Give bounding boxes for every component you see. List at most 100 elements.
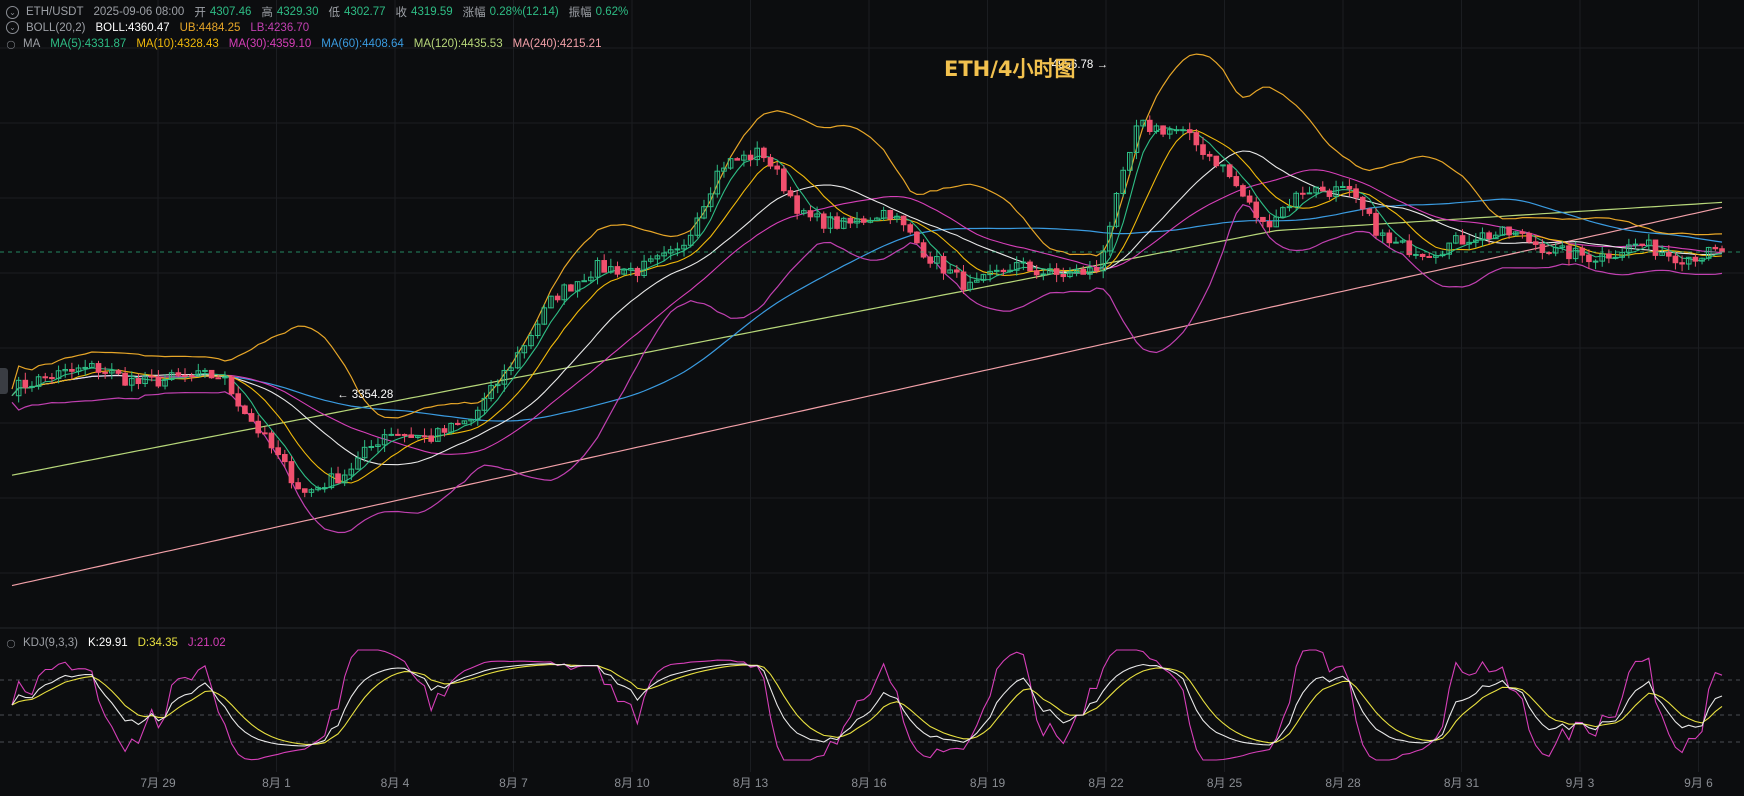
candle-body [1413, 253, 1419, 256]
ma5-line [11, 127, 1723, 490]
candle-body [1266, 220, 1273, 228]
open-value: 4307.46 [209, 6, 252, 18]
candle-body [554, 295, 561, 301]
candle-body [182, 374, 188, 377]
ma-label[interactable]: MA [23, 38, 40, 50]
candle-body [295, 482, 301, 490]
datetime-label: 2025-09-06 08:00 [93, 6, 185, 18]
candle-body [321, 487, 328, 490]
chart-title: ETH/4小时图 [944, 57, 1076, 81]
candle-body [1299, 192, 1306, 195]
chart-canvas[interactable]: 7月 29 8月 1 8月 4 8月 7 8月 10 8月 13 8月 16 8月 19 8月 … [0, 0, 1744, 796]
candle-body [1652, 239, 1659, 256]
candle-body [1486, 232, 1492, 240]
candle-body [135, 378, 142, 385]
candle-body [820, 213, 827, 229]
candle-body [1639, 243, 1645, 246]
candle-body [1173, 129, 1180, 132]
candle-body [1612, 256, 1619, 259]
candle-body [1586, 254, 1592, 263]
candle-body [1220, 164, 1226, 167]
x-tick-label: 8月 22 [1088, 776, 1124, 790]
collapse-chevron-icon[interactable]: ⌄ [6, 5, 19, 19]
candle-body [1359, 196, 1366, 210]
candle-body [1679, 262, 1685, 265]
candle-body [614, 266, 621, 275]
candle-body [215, 377, 222, 380]
price-info-row: ⌄ ETH/USDT 2025-09-06 08:00 开 4307.46 高 43… [6, 4, 634, 20]
candle-body [401, 433, 408, 436]
low-value: 4302.77 [343, 6, 386, 18]
candle-body [288, 461, 295, 484]
candle-body [1040, 273, 1047, 276]
candle-body [454, 422, 461, 425]
candle-body [235, 393, 242, 407]
boll-mid-value: BOLL:4360.47 [95, 21, 170, 34]
candle-body [1339, 185, 1346, 188]
candle-body [907, 224, 914, 233]
candle-body [69, 368, 75, 372]
candle-body [301, 488, 308, 493]
bell-icon[interactable]: ◯ [6, 638, 16, 649]
kdj-d-line [11, 663, 1723, 745]
candle-body [155, 376, 162, 387]
ma10-value: MA(10):4328.43 [136, 38, 219, 50]
boll-lb-value: LB:4236.70 [250, 21, 310, 34]
candle-body [1712, 246, 1719, 250]
candle-body [767, 157, 774, 167]
x-tick-label: 8月 31 [1444, 776, 1480, 790]
candle-body [1419, 253, 1426, 257]
ma120-value: MA(120):4435.53 [413, 38, 503, 50]
candle-body [242, 405, 248, 415]
candle-body [395, 433, 401, 436]
close-value: 4319.59 [411, 6, 453, 18]
candle-body [1459, 235, 1466, 245]
candle-body [22, 379, 29, 388]
collapse-chevron-icon[interactable]: ⌄ [6, 21, 19, 34]
x-tick-label: 8月 16 [851, 776, 887, 790]
candle-body [428, 435, 435, 442]
boll-label[interactable]: BOLL(20,2) [26, 22, 85, 34]
side-panel-handle[interactable] [0, 368, 8, 394]
candle-body [1506, 226, 1512, 236]
boll-ub-value: UB:4484.25 [179, 21, 241, 34]
candle-body [807, 210, 814, 218]
candle-body [1426, 255, 1433, 258]
amplitude-value: 0.62% [595, 6, 629, 18]
candle-body [1665, 252, 1672, 257]
candle-body [368, 446, 375, 449]
ma30-line [11, 169, 1723, 455]
candle-body [674, 248, 681, 251]
candle-body [148, 375, 155, 378]
candle-body [1200, 144, 1206, 155]
ma-info-row: ◯ MA MA(5):4331.87 MA(10):4328.43 MA(30)… [6, 38, 607, 50]
candle-body [787, 190, 794, 197]
candle-body [1386, 232, 1393, 244]
ma10-line [11, 129, 1723, 484]
candle-body [29, 385, 35, 388]
candle-body [920, 242, 927, 258]
candle-body [860, 218, 867, 223]
candle-body [1226, 164, 1233, 178]
candle-body [95, 363, 102, 373]
candle-body [275, 447, 281, 456]
ma240-value: MA(240):4215.21 [512, 38, 602, 50]
candle-body [228, 376, 235, 395]
candle-body [1632, 243, 1639, 246]
candle-body [268, 432, 275, 449]
candle-body [82, 366, 89, 369]
candle-body [1373, 212, 1379, 236]
candle-body [1546, 252, 1552, 255]
candle-body [1286, 206, 1293, 209]
kdj-label[interactable]: KDJ(9,3,3) [23, 637, 78, 649]
candle-body [940, 256, 947, 274]
candle-body [1346, 185, 1353, 190]
bell-icon[interactable]: ◯ [6, 39, 16, 50]
ma60-value: MA(60):4408.64 [321, 38, 404, 50]
kdj-k-value: K:29.91 [87, 637, 128, 649]
kdj-d-value: D:34.35 [137, 637, 178, 649]
symbol-label: ETH/USDT [26, 6, 84, 18]
candle-body [1160, 125, 1166, 135]
candle-body [747, 154, 754, 161]
kdj-j-value: J:21.02 [187, 637, 226, 649]
